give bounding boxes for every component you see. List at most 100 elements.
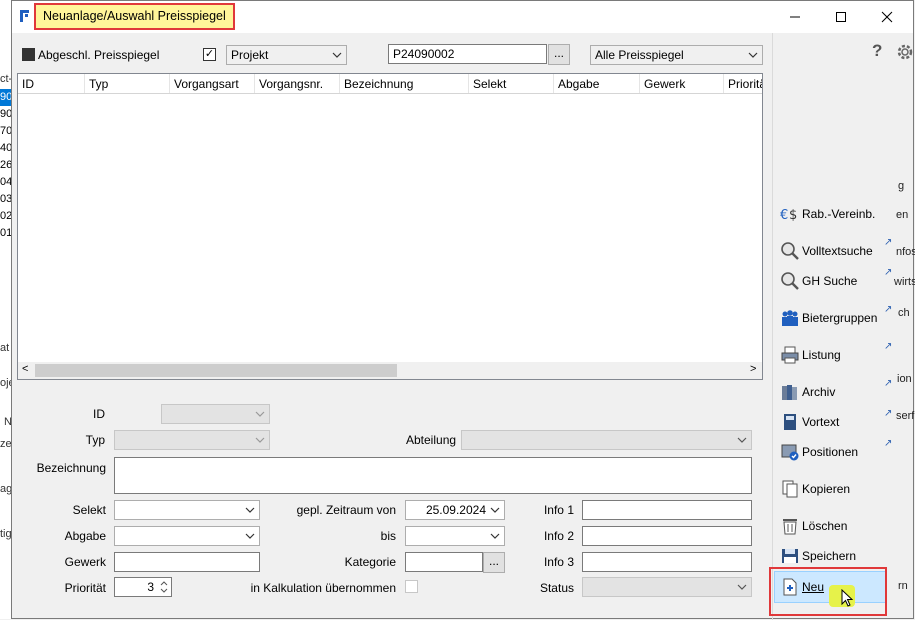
abgabe-select[interactable] [114,526,260,546]
minimize-icon [790,16,800,18]
column-header[interactable]: Selekt [469,74,554,93]
chevron-down-icon [332,52,342,58]
abgeschl-checkbox[interactable] [22,48,35,61]
zeitraum-von-date[interactable]: 25.09.2024 [405,500,505,520]
kategorie-field[interactable] [405,552,483,572]
sidebar-item-loeschen[interactable]: Löschen [780,513,892,539]
info3-field[interactable] [582,552,752,572]
zeitraum-von-label: gepl. Zeitraum von [296,503,396,517]
sidebar-separator [772,33,773,620]
euro-icon: € $ [780,208,797,223]
external-link-icon: ↗ [884,304,893,315]
sidebar-item-gh-suche[interactable]: GH Suche ↗ [780,267,892,294]
horizontal-scrollbar[interactable]: < > [18,362,762,379]
sidebar-item-label: Listung [802,348,841,362]
preisspiegel-number-input[interactable]: P24090002 [388,44,547,64]
close-button[interactable] [864,1,910,33]
preisspiegel-grid[interactable]: ID Typ Vorgangsart Vorgangsnr. Bezeichnu… [17,73,763,380]
info2-field[interactable] [582,526,752,546]
filter-select-value: Alle Preisspiegel [595,48,684,62]
svg-text:€: € [780,208,788,223]
sidebar-item-volltextsuche[interactable]: Volltextsuche ↗ [780,237,892,264]
stepper-arrows-icon[interactable] [159,579,169,595]
external-link-icon: ↗ [884,237,893,248]
kategorie-label: Kategorie [344,555,396,569]
sidebar-item-label: Neu [802,580,825,594]
selekt-select[interactable] [114,500,260,520]
bg-fragment-right: en [896,209,909,221]
positions-icon [781,444,799,461]
number-lookup-button[interactable]: ... [548,44,570,65]
external-link-icon: ↗ [884,378,893,389]
kalkulation-checkbox[interactable] [405,580,418,593]
gear-icon[interactable] [896,43,914,61]
external-link-icon: ↗ [884,341,893,352]
sidebar-item-rab-vereinb[interactable]: € $ Rab.-Vereinb. [780,201,892,227]
scroll-thumb[interactable] [35,364,397,377]
svg-text:$: $ [789,208,797,223]
sidebar-item-archiv[interactable]: Archiv ↗ [780,378,892,405]
info2-label: Info 2 [543,529,574,543]
chevron-down-icon [490,533,500,539]
filter-select[interactable]: Alle Preisspiegel [590,45,763,65]
sidebar-item-label: Volltextsuche [802,244,873,258]
column-header[interactable]: Gewerk [640,74,724,93]
sidebar-item-listung[interactable]: Listung ↗ [780,341,892,368]
prioritaet-label: Priorität [64,581,106,595]
sidebar-item-label: Speichern [802,549,857,563]
chevron-down-icon [245,533,255,539]
projekt-select[interactable]: Projekt [226,45,347,65]
sidebar-item-label: Archiv [802,385,836,399]
sidebar-item-bietergruppen[interactable]: Bietergruppen ↗ [780,304,892,331]
bg-fragment-right: rn [898,580,908,592]
sidebar-item-kopieren[interactable]: Kopieren [780,476,892,502]
bezeichnung-field[interactable] [114,457,752,494]
scroll-right-arrow[interactable]: > [750,363,756,375]
external-link-icon: ↗ [884,408,893,419]
info1-label: Info 1 [543,503,574,517]
column-header[interactable]: Vorgangsnr. [255,74,340,93]
bg-fragment-right: g [898,180,905,192]
info3-label: Info 3 [543,555,574,569]
kategorie-lookup-button[interactable]: ... [483,552,505,573]
app-icon [20,10,29,22]
maximize-icon [836,12,846,22]
sidebar-item-label: Vortext [802,415,840,429]
gewerk-field[interactable] [114,552,260,572]
sidebar-item-label: GH Suche [802,274,858,288]
minimize-button[interactable] [772,1,818,33]
external-link-icon: ↗ [884,267,893,278]
column-header[interactable]: Vorgangsart [170,74,255,93]
scroll-left-arrow[interactable]: < [22,363,28,375]
projekt-checkbox[interactable]: ✓ [203,48,216,61]
prioritaet-stepper[interactable]: 3 [114,577,172,597]
bg-fragment-right: ion [897,373,912,385]
bg-fragment-right: wirts [894,276,915,288]
mouse-cursor-icon [841,589,854,607]
info1-field[interactable] [582,500,752,520]
column-header[interactable]: Prioritä [724,74,762,93]
chevron-down-icon [748,52,758,58]
column-header[interactable]: Bezeichnung [340,74,469,93]
save-icon [782,549,798,563]
kalkulation-label: in Kalkulation übernommen [250,581,396,595]
maximize-button[interactable] [818,1,864,33]
sidebar-item-positionen[interactable]: Positionen ↗ [780,438,892,465]
sidebar-item-label: Rab.-Vereinb. [802,207,876,221]
zeitraum-bis-date[interactable] [405,526,505,546]
bg-fragment-right: serf [896,410,915,422]
sidebar-item-vortext[interactable]: Vortext ↗ [780,408,892,435]
gewerk-label: Gewerk [64,555,106,569]
bis-label: bis [380,529,396,543]
column-header[interactable]: ID [18,74,85,93]
column-header[interactable]: Abgabe [554,74,640,93]
chevron-down-icon [737,437,747,443]
sidebar-item-speichern[interactable]: Speichern [780,543,892,569]
abteilung-select [461,430,752,450]
column-header[interactable]: Typ [85,74,170,93]
help-icon[interactable]: ? [872,41,882,61]
chevron-down-icon [490,507,500,513]
chevron-down-icon [255,411,265,417]
dialog-title: Neuanlage/Auswahl Preisspiegel [34,3,235,30]
selekt-label: Selekt [72,503,106,517]
